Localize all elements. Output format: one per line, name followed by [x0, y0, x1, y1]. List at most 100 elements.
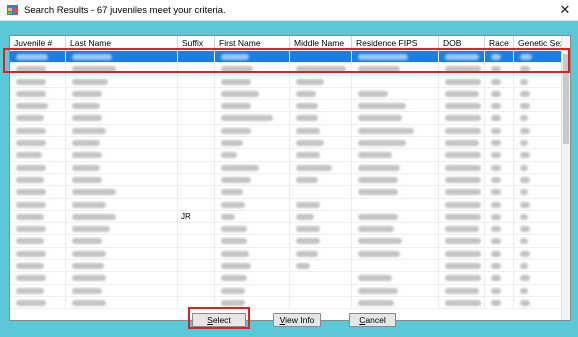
redacted-value — [72, 127, 106, 134]
redacted-value — [16, 164, 46, 171]
redacted-value — [445, 78, 481, 85]
table-row[interactable] — [10, 112, 563, 125]
table-row[interactable] — [10, 284, 563, 297]
cell-dob — [439, 100, 485, 112]
table-row[interactable] — [10, 75, 563, 88]
redacted-value — [72, 103, 100, 110]
cell-middle-name — [290, 260, 352, 272]
cell-genetic-sex — [514, 296, 563, 309]
cell-juvenile-number — [10, 260, 66, 272]
redacted-value — [16, 176, 44, 183]
cell-juvenile-number — [10, 210, 66, 223]
redacted-value — [445, 90, 479, 97]
redacted-value — [72, 299, 106, 306]
cell-genetic-sex — [514, 186, 563, 198]
cell-residence-fips — [352, 100, 439, 112]
cell-race — [485, 223, 514, 235]
cell-suffix — [178, 87, 215, 100]
cell-genetic-sex — [514, 223, 563, 235]
close-icon[interactable]: ✕ — [552, 0, 578, 20]
redacted-value — [491, 103, 501, 110]
redacted-value — [491, 287, 501, 294]
cell-last-name — [66, 149, 178, 161]
redacted-value — [491, 275, 501, 282]
table-row[interactable] — [10, 161, 563, 174]
redacted-value — [491, 115, 501, 122]
cell-genetic-sex — [514, 75, 563, 87]
redacted-value — [358, 90, 388, 97]
cell-genetic-sex — [514, 161, 563, 173]
cell-residence-fips — [352, 87, 439, 100]
table-row[interactable] — [10, 137, 563, 150]
table-row[interactable] — [10, 272, 563, 285]
redacted-value — [16, 226, 46, 233]
table-row[interactable]: JR — [10, 210, 563, 224]
cell-dob — [439, 173, 485, 186]
redacted-value — [520, 250, 530, 257]
redacted-value — [16, 299, 46, 306]
redacted-value — [221, 201, 245, 208]
cell-middle-name — [290, 186, 352, 198]
cell-genetic-sex — [514, 272, 563, 284]
results-grid[interactable]: Juvenile # Last Name Suffix First Name M… — [9, 35, 571, 321]
view-info-button[interactable]: View Info — [273, 313, 321, 327]
cell-dob — [439, 112, 485, 124]
cell-dob — [439, 260, 485, 272]
cell-middle-name — [290, 235, 352, 247]
cell-dob — [439, 186, 485, 198]
redacted-value — [72, 152, 102, 159]
table-row[interactable] — [10, 296, 563, 310]
vertical-scrollbar[interactable] — [561, 36, 570, 320]
cancel-button[interactable]: Cancel — [349, 313, 396, 327]
cell-last-name — [66, 296, 178, 309]
table-row[interactable] — [10, 124, 563, 138]
cell-last-name — [66, 260, 178, 272]
table-row[interactable] — [10, 223, 563, 236]
table-row[interactable] — [10, 247, 563, 261]
redacted-value — [491, 250, 501, 257]
redacted-value — [491, 213, 501, 220]
redacted-value — [445, 287, 479, 294]
redacted-value — [445, 201, 481, 208]
table-row[interactable] — [10, 186, 563, 199]
table-row[interactable] — [10, 87, 563, 101]
redacted-value — [296, 127, 320, 134]
cell-residence-fips — [352, 272, 439, 284]
redacted-value — [445, 176, 481, 183]
cell-genetic-sex — [514, 247, 563, 260]
cell-race — [485, 161, 514, 173]
redacted-value — [72, 189, 116, 196]
redacted-value — [296, 226, 320, 233]
cell-dob — [439, 247, 485, 260]
table-row[interactable] — [10, 100, 563, 113]
cell-suffix — [178, 186, 215, 198]
cell-race — [485, 75, 514, 87]
cell-juvenile-number — [10, 235, 66, 247]
redacted-value — [358, 287, 398, 294]
cell-juvenile-number — [10, 223, 66, 235]
redacted-value — [16, 152, 42, 159]
cell-middle-name — [290, 296, 352, 309]
redacted-value — [221, 115, 273, 122]
redacted-value — [520, 189, 528, 196]
redacted-value — [296, 250, 318, 257]
cell-last-name — [66, 272, 178, 284]
cell-suffix — [178, 247, 215, 260]
table-row[interactable] — [10, 235, 563, 248]
cell-suffix — [178, 75, 215, 87]
redacted-value — [221, 226, 247, 233]
cell-juvenile-number — [10, 161, 66, 173]
cell-race — [485, 210, 514, 223]
cell-juvenile-number — [10, 296, 66, 309]
redacted-value — [491, 176, 501, 183]
table-row[interactable] — [10, 198, 563, 211]
table-row[interactable] — [10, 149, 563, 162]
table-row[interactable] — [10, 260, 563, 273]
cell-middle-name — [290, 124, 352, 137]
cell-juvenile-number — [10, 198, 66, 210]
redacted-value — [520, 103, 530, 110]
redacted-value — [520, 78, 528, 85]
cell-middle-name — [290, 112, 352, 124]
redacted-value — [16, 140, 46, 147]
table-row[interactable] — [10, 173, 563, 187]
